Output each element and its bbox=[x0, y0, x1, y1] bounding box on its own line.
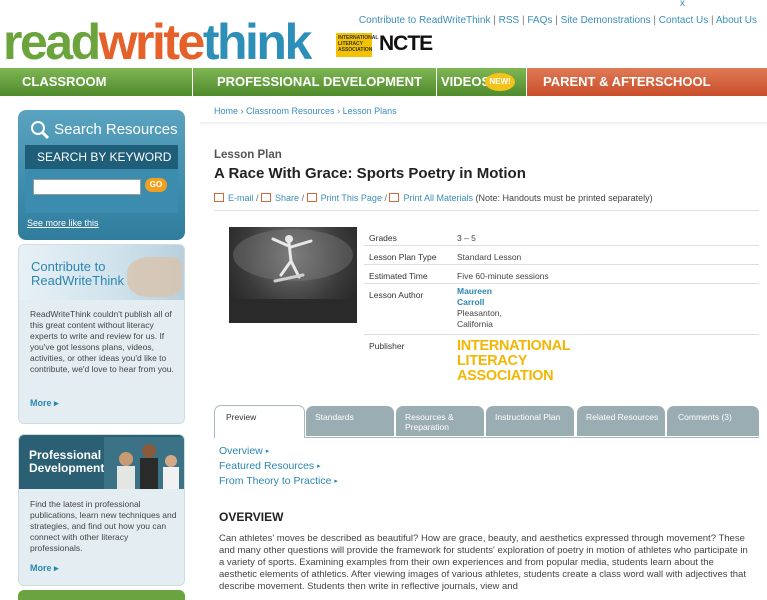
author-value: Maureen Carroll Pleasanton, California bbox=[457, 286, 502, 329]
writing-hand-image bbox=[127, 257, 182, 297]
breadcrumb-classroom-resources[interactable]: Classroom Resources bbox=[246, 106, 335, 116]
professional-development-title: Professional Development bbox=[29, 448, 105, 475]
print-all-link[interactable]: Print All Materials bbox=[403, 193, 473, 203]
share-icon bbox=[261, 193, 272, 202]
ila-publisher-logo[interactable]: INTERNATIONAL LITERACY ASSOCIATION bbox=[457, 339, 571, 384]
ncte-logo[interactable]: NCTE bbox=[379, 32, 433, 56]
arrow-right-icon: ▸ bbox=[54, 398, 59, 408]
type-value: Standard Lesson bbox=[457, 252, 522, 262]
top-link-contact[interactable]: Contact Us bbox=[659, 15, 708, 26]
tab-comments[interactable]: Comments (3) bbox=[667, 406, 759, 436]
search-resources-box: Search Resources SEARCH BY KEYWORD GO Se… bbox=[18, 110, 185, 240]
publisher-label: Publisher bbox=[369, 341, 405, 351]
tab-preview[interactable]: Preview bbox=[214, 405, 305, 438]
overview-heading: OVERVIEW bbox=[219, 510, 284, 524]
contribute-text: ReadWriteThink couldn't publish all of t… bbox=[30, 309, 174, 374]
lesson-tools: E-mail / Share / Print This Page / Print… bbox=[214, 193, 653, 203]
top-link-faqs[interactable]: FAQs bbox=[527, 15, 552, 26]
top-link-demos[interactable]: Site Demonstrations bbox=[561, 15, 651, 26]
lesson-type-label: Lesson Plan bbox=[214, 149, 282, 161]
nav-videos[interactable]: VIDEOS NEW! bbox=[437, 68, 527, 96]
page-title: A Race With Grace: Sports Poetry in Moti… bbox=[214, 165, 526, 182]
print-note: (Note: Handouts must be printed separate… bbox=[475, 193, 653, 203]
magnifier-icon bbox=[30, 120, 50, 140]
print-icon bbox=[306, 193, 317, 202]
author-label: Lesson Author bbox=[369, 290, 424, 300]
type-label: Lesson Plan Type bbox=[369, 252, 437, 262]
print-all-icon bbox=[389, 193, 400, 202]
grades-label: Grades bbox=[369, 233, 397, 243]
professional-development-more-link[interactable]: More ▸ bbox=[30, 563, 59, 574]
top-link-rss[interactable]: RSS bbox=[499, 15, 520, 26]
anchor-overview[interactable]: Overview bbox=[219, 445, 263, 457]
site-logo[interactable]: readwritethink bbox=[3, 12, 312, 72]
search-resources-title: Search Resources bbox=[30, 120, 178, 140]
tab-standards[interactable]: Standards bbox=[306, 406, 394, 436]
email-link[interactable]: E-mail bbox=[228, 193, 254, 203]
grades-value: 3 – 5 bbox=[457, 233, 476, 243]
overview-text: Can athletes' moves be described as beau… bbox=[219, 533, 748, 592]
info-row-publisher: Publisher INTERNATIONAL LITERACY ASSOCIATI… bbox=[364, 335, 759, 395]
professional-development-banner[interactable]: Professional Development bbox=[19, 435, 184, 489]
top-link-about[interactable]: About Us bbox=[716, 15, 757, 26]
anchor-featured-resources[interactable]: Featured Resources bbox=[219, 460, 314, 472]
time-label: Estimated Time bbox=[369, 271, 428, 281]
search-by-keyword-label: SEARCH BY KEYWORD bbox=[25, 145, 178, 169]
tab-resources-preparation[interactable]: Resources & Preparation bbox=[396, 406, 484, 436]
info-row-type: Lesson Plan Type Standard Lesson bbox=[364, 246, 759, 265]
info-row-grades: Grades 3 – 5 bbox=[364, 227, 759, 246]
info-divider bbox=[214, 210, 759, 211]
arrow-right-icon: ▸ bbox=[334, 478, 338, 485]
tab-instructional-plan[interactable]: Instructional Plan bbox=[486, 406, 574, 436]
main-divider bbox=[200, 122, 767, 126]
search-panel: GO bbox=[25, 169, 178, 213]
main-nav: CLASSROOM RESOURCES PROFESSIONAL DEVELOP… bbox=[0, 68, 767, 117]
info-row-author: Lesson Author Maureen Carroll Pleasanton,… bbox=[364, 284, 759, 335]
sidebar-green-box[interactable] bbox=[18, 590, 185, 600]
contribute-box: Contribute to ReadWriteThink ReadWriteThi… bbox=[18, 244, 185, 424]
nav-classroom-resources[interactable]: CLASSROOM RESOURCES bbox=[0, 68, 193, 117]
new-badge: NEW! bbox=[485, 73, 515, 91]
share-link[interactable]: Share bbox=[275, 193, 299, 203]
page: x Contribute to ReadWriteThink | RSS | F… bbox=[0, 0, 767, 600]
arrow-right-icon: ▸ bbox=[54, 563, 59, 573]
professional-development-text: Find the latest in professional publicat… bbox=[30, 499, 177, 553]
info-row-time: Estimated Time Five 60-minute sessions bbox=[364, 265, 759, 284]
close-link[interactable]: x bbox=[680, 0, 685, 9]
search-input[interactable] bbox=[33, 179, 141, 195]
time-value: Five 60-minute sessions bbox=[457, 271, 549, 281]
search-go-button[interactable]: GO bbox=[145, 178, 167, 192]
arrow-right-icon: ▸ bbox=[265, 448, 270, 455]
author-name-link[interactable]: Maureen Carroll bbox=[457, 286, 492, 307]
contribute-title: Contribute to ReadWriteThink bbox=[31, 259, 124, 288]
section-anchor-links: Overview ▸ Featured Resources ▸ From The… bbox=[219, 444, 338, 489]
ila-logo-small[interactable]: INTERNATIONAL LITERACY ASSOCIATION bbox=[336, 33, 378, 57]
breadcrumb-home[interactable]: Home bbox=[214, 106, 238, 116]
anchor-theory-practice[interactable]: From Theory to Practice bbox=[219, 475, 331, 487]
lesson-tabs: Preview Standards Resources & Preparatio… bbox=[214, 405, 760, 438]
lesson-photo-skateboarder bbox=[229, 227, 357, 323]
email-icon bbox=[214, 193, 224, 202]
top-links: Contribute to ReadWriteThink | RSS | FAQ… bbox=[358, 15, 757, 26]
breadcrumb-lesson-plans[interactable]: Lesson Plans bbox=[343, 106, 397, 116]
contribute-more-link[interactable]: More ▸ bbox=[30, 398, 59, 409]
lesson-info-table: Grades 3 – 5 Lesson Plan Type Standard L… bbox=[364, 227, 759, 395]
tab-related-resources[interactable]: Related Resources bbox=[577, 406, 665, 436]
sidebar: Search Resources SEARCH BY KEYWORD GO Se… bbox=[18, 110, 185, 600]
see-more-like-this-link[interactable]: See more like this bbox=[27, 218, 99, 228]
contribute-banner[interactable]: Contribute to ReadWriteThink bbox=[19, 245, 184, 300]
breadcrumb: Home › Classroom Resources › Lesson Plan… bbox=[214, 106, 397, 116]
nav-professional-development[interactable]: PROFESSIONAL DEVELOPMENT bbox=[193, 68, 437, 96]
top-link-contribute[interactable]: Contribute to ReadWriteThink bbox=[359, 15, 491, 26]
arrow-right-icon: ▸ bbox=[317, 463, 321, 470]
professional-development-box: Professional Development Find the latest … bbox=[18, 434, 185, 586]
people-photo bbox=[104, 437, 184, 489]
nav-parent-afterschool[interactable]: PARENT & AFTERSCHOOL RESOURCES bbox=[527, 68, 767, 117]
print-page-link[interactable]: Print This Page bbox=[321, 193, 382, 203]
